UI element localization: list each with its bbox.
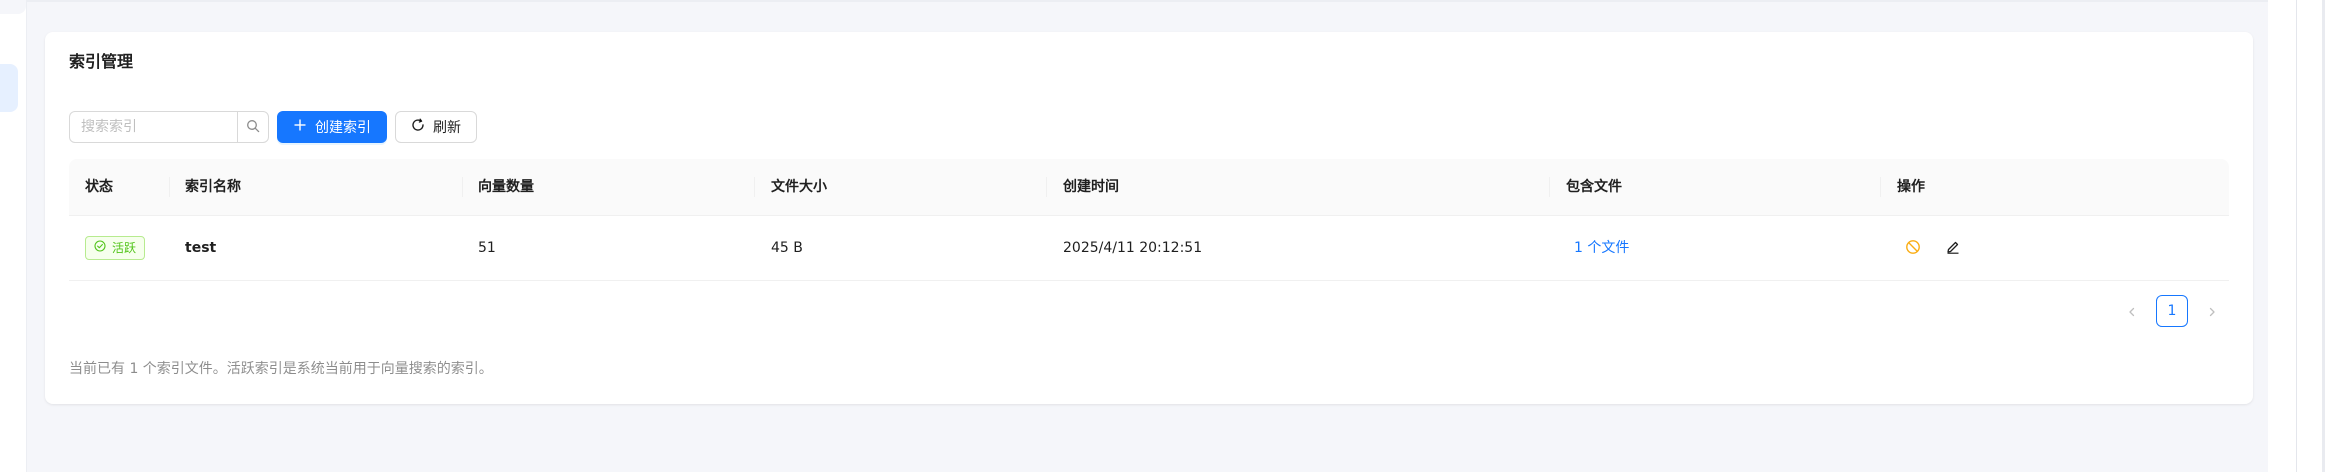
sidebar-top-corner	[0, 0, 26, 14]
chevron-left-icon	[2127, 302, 2137, 321]
pagination: 1	[2116, 295, 2229, 327]
search-input[interactable]	[69, 111, 237, 143]
search-group	[69, 111, 269, 143]
page-item-1[interactable]: 1	[2156, 295, 2188, 327]
sidebar-active-item[interactable]	[0, 64, 18, 112]
column-separator	[1880, 177, 1881, 197]
column-separator	[169, 177, 170, 197]
column-separator	[754, 177, 755, 197]
status-label: 活跃	[112, 241, 137, 255]
refresh-label: 刷新	[433, 120, 461, 136]
column-header-created: 创建时间	[1063, 179, 1119, 195]
create-index-button[interactable]: 创建索引	[277, 111, 387, 143]
plus-icon	[293, 118, 307, 136]
column-header-size: 文件大小	[771, 179, 827, 195]
column-separator	[1549, 177, 1550, 197]
chevron-right-icon	[2207, 302, 2217, 321]
right-divider	[2296, 0, 2297, 472]
footer-note: 当前已有 1 个索引文件。活跃索引是系统当前用于向量搜索的索引。	[69, 361, 493, 377]
card-title: 索引管理	[69, 52, 134, 71]
create-index-label: 创建索引	[315, 120, 371, 136]
file-size: 45 B	[771, 240, 803, 256]
index-name: test	[185, 240, 217, 256]
column-header-actions: 操作	[1897, 179, 1925, 195]
stop-icon[interactable]	[1905, 239, 1921, 255]
status-badge: 活跃	[85, 236, 146, 260]
column-separator	[1046, 177, 1047, 197]
prev-page-button[interactable]	[2116, 295, 2148, 327]
reload-icon	[411, 118, 425, 136]
index-management-card: 索引管理 创建索引 刷新	[45, 32, 2253, 404]
column-header-files: 包含文件	[1566, 179, 1622, 195]
column-separator	[462, 177, 463, 197]
sidebar	[0, 0, 27, 472]
table-row: 活跃 test 51 45 B 2025/4/11 20:12:51 1 个文件	[69, 216, 2229, 281]
vector-count: 51	[478, 240, 496, 256]
index-table: 状态 索引名称 向量数量 文件大小 创建时间 包含文件 操作 活跃 test 5…	[69, 159, 2229, 281]
check-circle-icon	[94, 237, 106, 259]
created-time: 2025/4/11 20:12:51	[1063, 240, 1203, 256]
table-header: 状态 索引名称 向量数量 文件大小 创建时间 包含文件 操作	[69, 159, 2229, 216]
refresh-button[interactable]: 刷新	[395, 111, 477, 143]
included-files-link[interactable]: 1 个文件	[1574, 216, 1629, 280]
column-header-status: 状态	[85, 179, 113, 195]
edit-icon[interactable]	[1945, 239, 1961, 255]
column-header-vectors: 向量数量	[478, 179, 534, 195]
column-header-name: 索引名称	[185, 179, 241, 195]
next-page-button[interactable]	[2196, 295, 2228, 327]
search-button[interactable]	[237, 111, 269, 143]
header-divider	[26, 0, 2268, 2]
search-icon	[246, 118, 260, 137]
